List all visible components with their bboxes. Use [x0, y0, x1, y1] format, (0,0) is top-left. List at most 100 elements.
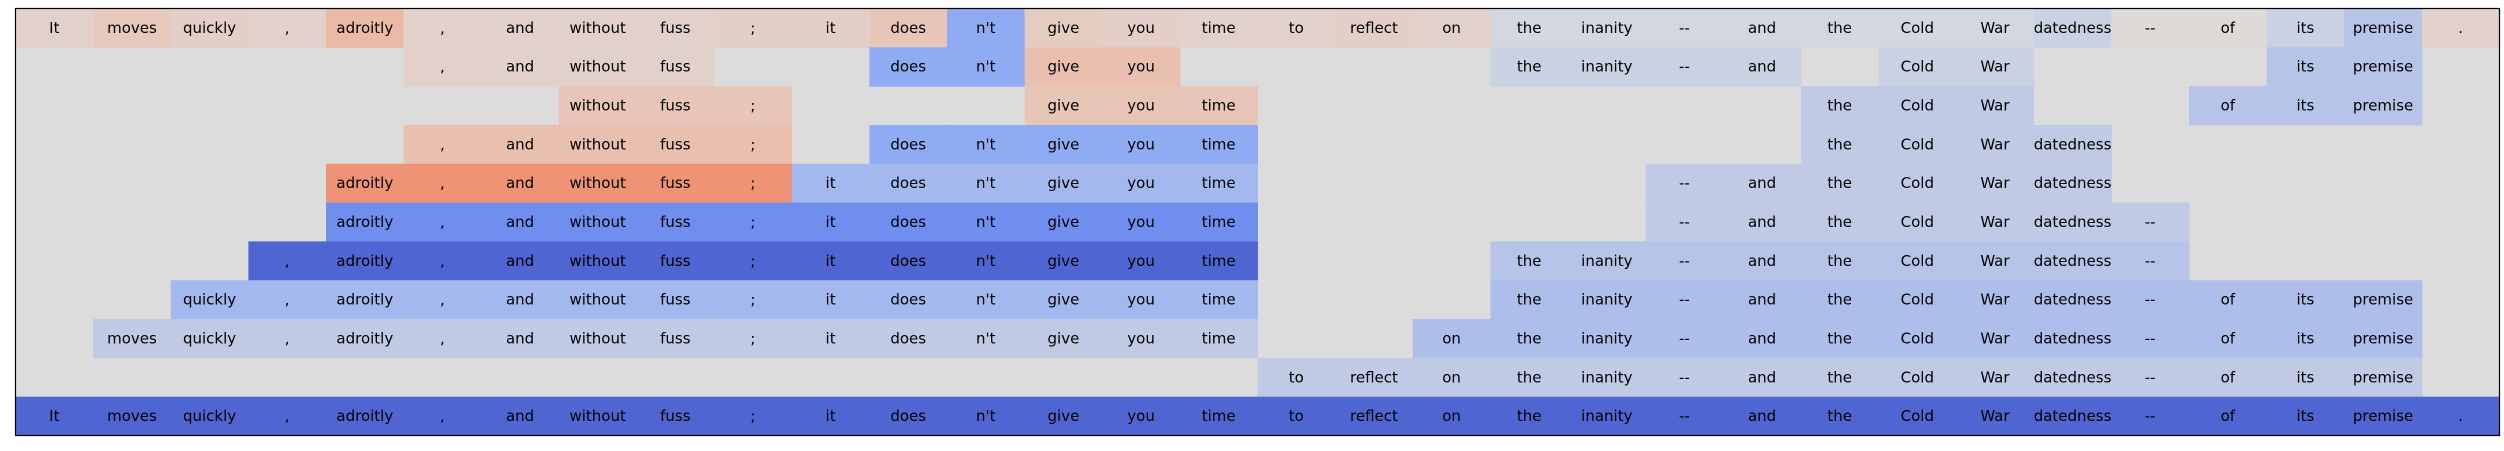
token-label: without	[569, 97, 626, 115]
token-label: time	[1202, 19, 1236, 37]
token-label: Cold	[1901, 97, 1934, 115]
token-label: fuss	[660, 135, 691, 153]
token-label: ,	[440, 252, 445, 270]
token-label: datedness	[2034, 329, 2112, 347]
token-label: War	[1980, 291, 2010, 309]
token-label: does	[890, 174, 926, 192]
token-label: and	[1748, 213, 1776, 231]
token-label: ,	[440, 329, 445, 347]
token-label: give	[1048, 407, 1080, 425]
token-label: --	[2145, 407, 2156, 425]
token-label: fuss	[660, 291, 691, 309]
token-label: without	[569, 329, 626, 347]
token-label: n't	[976, 329, 996, 347]
token-label: fuss	[660, 97, 691, 115]
token-label: give	[1048, 97, 1080, 115]
token-label: premise	[2353, 407, 2413, 425]
token-label: quickly	[183, 329, 236, 347]
token-label: give	[1048, 58, 1080, 76]
token-label: and	[506, 407, 534, 425]
token-label: ;	[750, 213, 755, 231]
token-label: premise	[2353, 329, 2413, 347]
token-label: you	[1127, 252, 1155, 270]
token-label: its	[2297, 291, 2315, 309]
token-label: of	[2221, 97, 2236, 115]
token-label: the	[1517, 19, 1542, 37]
token-label: datedness	[2034, 368, 2112, 386]
token-label: adroitly	[336, 213, 393, 231]
token-label: time	[1202, 97, 1236, 115]
token-label: War	[1980, 97, 2010, 115]
token-label: the	[1827, 329, 1852, 347]
token-label: ;	[750, 407, 755, 425]
token-label: the	[1517, 58, 1542, 76]
token-label: ,	[440, 19, 445, 37]
token-label: datedness	[2034, 291, 2112, 309]
token-label: ;	[750, 174, 755, 192]
token-label: --	[2145, 213, 2156, 231]
token-label: its	[2297, 97, 2315, 115]
token-label: you	[1127, 213, 1155, 231]
token-label: on	[1442, 19, 1461, 37]
token-label: it	[826, 329, 836, 347]
token-label: and	[506, 291, 534, 309]
token-label: does	[890, 213, 926, 231]
token-label: moves	[107, 19, 157, 37]
token-label: and	[1748, 368, 1776, 386]
token-label: --	[2145, 291, 2156, 309]
token-label: time	[1202, 213, 1236, 231]
token-label: .	[2458, 19, 2463, 37]
token-label: without	[569, 174, 626, 192]
token-label: It	[49, 19, 59, 37]
token-label: the	[1517, 291, 1542, 309]
token-label: adroitly	[336, 252, 393, 270]
token-label: and	[1748, 407, 1776, 425]
token-label: ,	[440, 213, 445, 231]
token-label: adroitly	[336, 291, 393, 309]
token-label: premise	[2353, 97, 2413, 115]
token-label: does	[890, 329, 926, 347]
token-label: of	[2221, 329, 2236, 347]
token-label: --	[2145, 329, 2156, 347]
token-label: quickly	[183, 19, 236, 37]
token-label: premise	[2353, 19, 2413, 37]
token-label: and	[506, 58, 534, 76]
token-label: give	[1048, 329, 1080, 347]
token-label: Cold	[1901, 135, 1934, 153]
token-label: without	[569, 58, 626, 76]
token-label: its	[2297, 58, 2315, 76]
token-label: adroitly	[336, 174, 393, 192]
token-label: Cold	[1901, 329, 1934, 347]
token-label: Cold	[1901, 174, 1934, 192]
token-label: the	[1827, 252, 1852, 270]
token-label: the	[1517, 329, 1542, 347]
token-label: Cold	[1901, 291, 1934, 309]
token-label: ,	[440, 58, 445, 76]
token-label: War	[1980, 58, 2010, 76]
token-label: ;	[750, 329, 755, 347]
token-label: It	[49, 407, 59, 425]
token-label: datedness	[2034, 174, 2112, 192]
token-label: n't	[976, 174, 996, 192]
token-label: n't	[976, 252, 996, 270]
token-label: it	[826, 252, 836, 270]
token-label: .	[2458, 407, 2463, 425]
token-label: without	[569, 19, 626, 37]
token-label: inanity	[1581, 368, 1632, 386]
token-label: its	[2297, 368, 2315, 386]
token-label: the	[1827, 19, 1852, 37]
token-label: datedness	[2034, 19, 2112, 37]
token-label: and	[1748, 329, 1776, 347]
token-label: fuss	[660, 213, 691, 231]
token-label: and	[506, 174, 534, 192]
token-label: moves	[107, 407, 157, 425]
token-label: the	[1827, 174, 1852, 192]
token-label: to	[1289, 19, 1304, 37]
token-label: of	[2221, 368, 2236, 386]
token-label: you	[1127, 407, 1155, 425]
token-label: give	[1048, 19, 1080, 37]
token-label: of	[2221, 407, 2236, 425]
token-label: it	[826, 174, 836, 192]
token-label: the	[1827, 97, 1852, 115]
token-label: without	[569, 252, 626, 270]
